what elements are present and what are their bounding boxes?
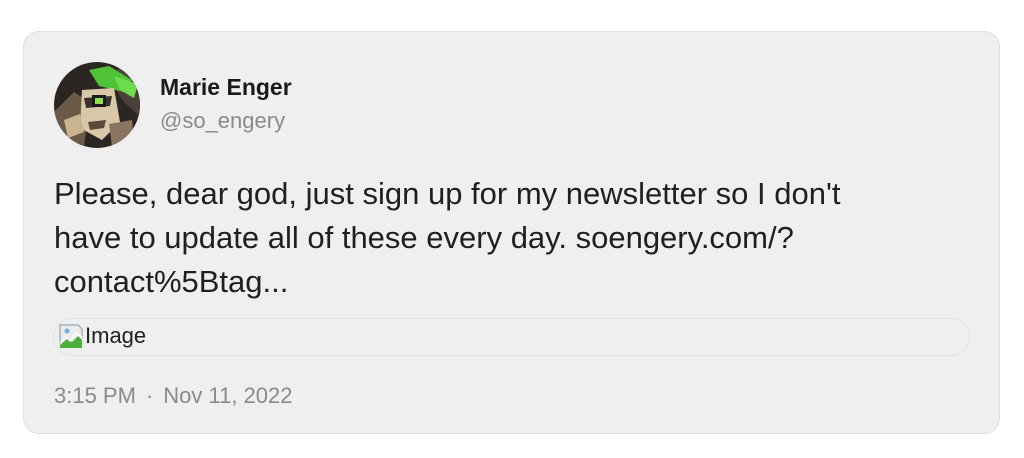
post-card[interactable]: Marie Enger @so_engery Please, dear god,…: [23, 31, 1000, 434]
post-media[interactable]: Image: [53, 318, 970, 356]
broken-image: Image: [56, 321, 146, 351]
post-date: Nov 11, 2022: [163, 383, 293, 408]
post-timestamp[interactable]: 3:15 PM · Nov 11, 2022: [54, 382, 293, 410]
timestamp-separator: ·: [145, 383, 154, 408]
post-text: Please, dear god, just sign up for my ne…: [54, 176, 841, 299]
image-alt-text: Image: [85, 323, 147, 348]
avatar-illustration-icon: [54, 62, 140, 148]
author-name[interactable]: Marie Enger: [160, 73, 292, 101]
author-info: Marie Enger @so_engery: [160, 73, 292, 135]
author-handle[interactable]: @so_engery: [160, 107, 292, 135]
post-time: 3:15 PM: [54, 383, 136, 408]
broken-image-icon: [59, 324, 83, 348]
avatar[interactable]: [54, 62, 140, 148]
